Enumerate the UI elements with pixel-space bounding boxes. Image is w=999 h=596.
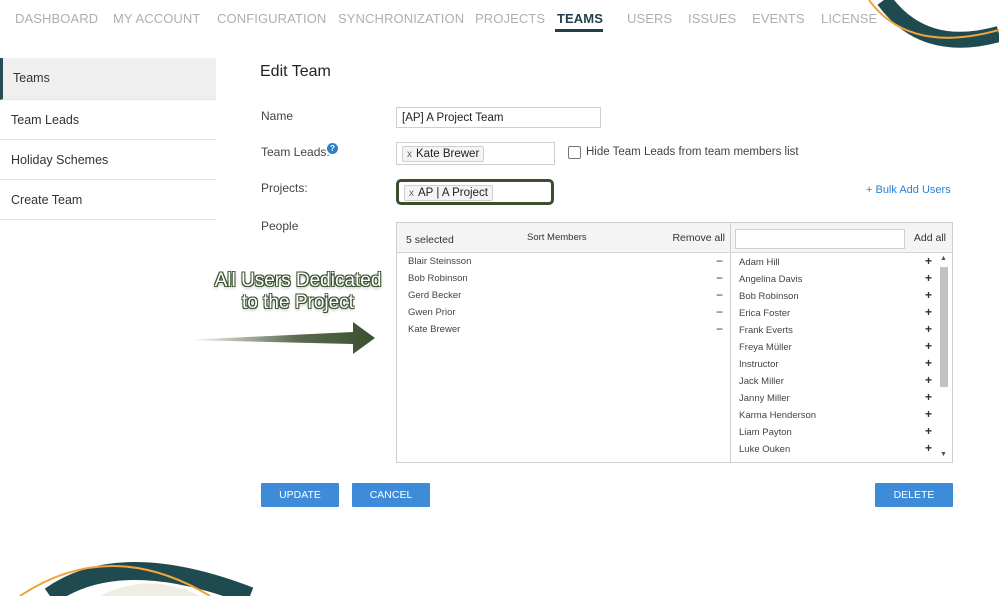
- selected-members-pane: 5 selected Sort Members Remove all Blair…: [397, 223, 731, 462]
- list-item: Angelina Davis +: [739, 271, 932, 285]
- scroll-down-icon[interactable]: ▼: [940, 451, 947, 458]
- list-item: Jack Miller +: [739, 373, 932, 387]
- list-item: Liam Payton +: [739, 424, 932, 438]
- add-user-icon[interactable]: +: [925, 407, 932, 421]
- team-leads-label: Team Leads:: [261, 145, 330, 159]
- cancel-button[interactable]: CANCEL: [352, 483, 430, 507]
- add-user-icon[interactable]: +: [925, 322, 932, 336]
- list-item: Frank Everts +: [739, 322, 932, 336]
- sidebar-item-team-leads[interactable]: Team Leads: [0, 100, 216, 140]
- active-tab-underline: [555, 29, 603, 32]
- help-icon[interactable]: ?: [327, 143, 338, 154]
- remove-chip-icon[interactable]: x: [407, 149, 412, 160]
- selected-count: 5 selected: [406, 234, 454, 246]
- hide-leads-label: Hide Team Leads from team members list: [586, 146, 799, 158]
- bulk-add-users-link[interactable]: + Bulk Add Users: [866, 184, 951, 196]
- list-item: Kate Brewer −: [408, 322, 723, 336]
- scroll-thumb[interactable]: [940, 267, 948, 387]
- people-panel: 5 selected Sort Members Remove all Blair…: [396, 222, 953, 463]
- page-title: Edit Team: [260, 63, 331, 80]
- remove-all-button[interactable]: Remove all: [672, 232, 725, 244]
- hide-leads-checkbox[interactable]: [568, 146, 581, 159]
- add-user-icon[interactable]: +: [925, 373, 932, 387]
- add-user-icon[interactable]: +: [925, 390, 932, 404]
- name-label: Name: [261, 109, 294, 123]
- top-navigation: DASHBOARD MY ACCOUNT CONFIGURATION SYNCH…: [0, 0, 999, 38]
- decorative-arc-bottom-left: [19, 562, 254, 596]
- annotation-line-2: to the Project: [242, 292, 354, 313]
- team-lead-chip-label: Kate Brewer: [416, 148, 480, 160]
- projects-label: Projects:: [261, 181, 308, 195]
- sidebar-item-holiday-schemes[interactable]: Holiday Schemes: [0, 140, 216, 180]
- add-user-icon[interactable]: +: [925, 254, 932, 268]
- available-users-pane: Add all Adam Hill + Angelina Davis + Bob R…: [731, 223, 952, 462]
- add-all-button[interactable]: Add all: [914, 232, 946, 244]
- team-leads-field[interactable]: x Kate Brewer: [396, 142, 555, 165]
- add-user-icon[interactable]: +: [925, 441, 932, 455]
- update-button[interactable]: UPDATE: [261, 483, 339, 507]
- tab-my-account[interactable]: MY ACCOUNT: [113, 11, 200, 26]
- list-item: Freya Müller +: [739, 339, 932, 353]
- annotation-arrow-icon: [185, 322, 375, 354]
- list-item: Instructor +: [739, 356, 932, 370]
- add-user-icon[interactable]: +: [925, 339, 932, 353]
- search-input[interactable]: [735, 229, 905, 249]
- tab-synchronization[interactable]: SYNCHRONIZATION: [338, 11, 464, 26]
- list-item: Luke Ouken +: [739, 441, 932, 455]
- list-item: Gwen Prior −: [408, 305, 723, 319]
- sidebar-item-teams[interactable]: Teams: [0, 58, 216, 100]
- selected-members-header: 5 selected Sort Members Remove all: [397, 223, 730, 253]
- annotation-line-1: All Users Dedicated: [214, 270, 382, 291]
- tab-events[interactable]: EVENTS: [752, 11, 805, 26]
- add-user-icon[interactable]: +: [925, 288, 932, 302]
- projects-field[interactable]: x AP | A Project: [396, 179, 554, 205]
- list-item: Bob Robinson +: [739, 288, 932, 302]
- remove-member-icon[interactable]: −: [716, 271, 723, 285]
- sidebar-item-create-team[interactable]: Create Team: [0, 180, 216, 220]
- name-field[interactable]: [AP] A Project Team: [396, 107, 601, 128]
- user-list-scrollbar[interactable]: ▲ ▼: [938, 255, 950, 458]
- tab-license[interactable]: LICENSE: [821, 11, 877, 26]
- people-label: People: [261, 219, 299, 233]
- scroll-up-icon[interactable]: ▲: [940, 255, 947, 262]
- list-item: Blair Steinsson −: [408, 254, 723, 268]
- team-lead-chip: x Kate Brewer: [402, 146, 485, 162]
- remove-member-icon[interactable]: −: [716, 288, 723, 302]
- add-user-icon[interactable]: +: [925, 356, 932, 370]
- list-item: Karma Henderson +: [739, 407, 932, 421]
- remove-member-icon[interactable]: −: [716, 305, 723, 319]
- add-user-icon[interactable]: +: [925, 424, 932, 438]
- list-item: Bob Robinson −: [408, 271, 723, 285]
- tab-users[interactable]: USERS: [627, 11, 672, 26]
- delete-button[interactable]: DELETE: [875, 483, 953, 507]
- remove-member-icon[interactable]: −: [716, 254, 723, 268]
- tab-teams[interactable]: TEAMS: [557, 11, 603, 26]
- list-item: Erica Foster +: [739, 305, 932, 319]
- project-chip-label: AP | A Project: [418, 187, 488, 199]
- list-item: Adam Hill +: [739, 254, 932, 268]
- remove-member-icon[interactable]: −: [716, 322, 723, 336]
- remove-chip-icon[interactable]: x: [409, 188, 414, 199]
- available-users-header: Add all: [731, 223, 952, 253]
- add-user-icon[interactable]: +: [925, 271, 932, 285]
- sort-members-button[interactable]: Sort Members: [527, 232, 587, 243]
- list-item: Janny Miller +: [739, 390, 932, 404]
- sidebar: Teams Team Leads Holiday Schemes Create …: [0, 58, 216, 220]
- tab-dashboard[interactable]: DASHBOARD: [15, 11, 98, 26]
- project-chip: x AP | A Project: [404, 185, 493, 201]
- annotation-text: All Users Dedicated to the Project: [198, 270, 398, 314]
- tab-configuration[interactable]: CONFIGURATION: [217, 11, 326, 26]
- add-user-icon[interactable]: +: [925, 305, 932, 319]
- tab-projects[interactable]: PROJECTS: [475, 11, 545, 26]
- list-item: Gerd Becker −: [408, 288, 723, 302]
- tab-issues[interactable]: ISSUES: [688, 11, 736, 26]
